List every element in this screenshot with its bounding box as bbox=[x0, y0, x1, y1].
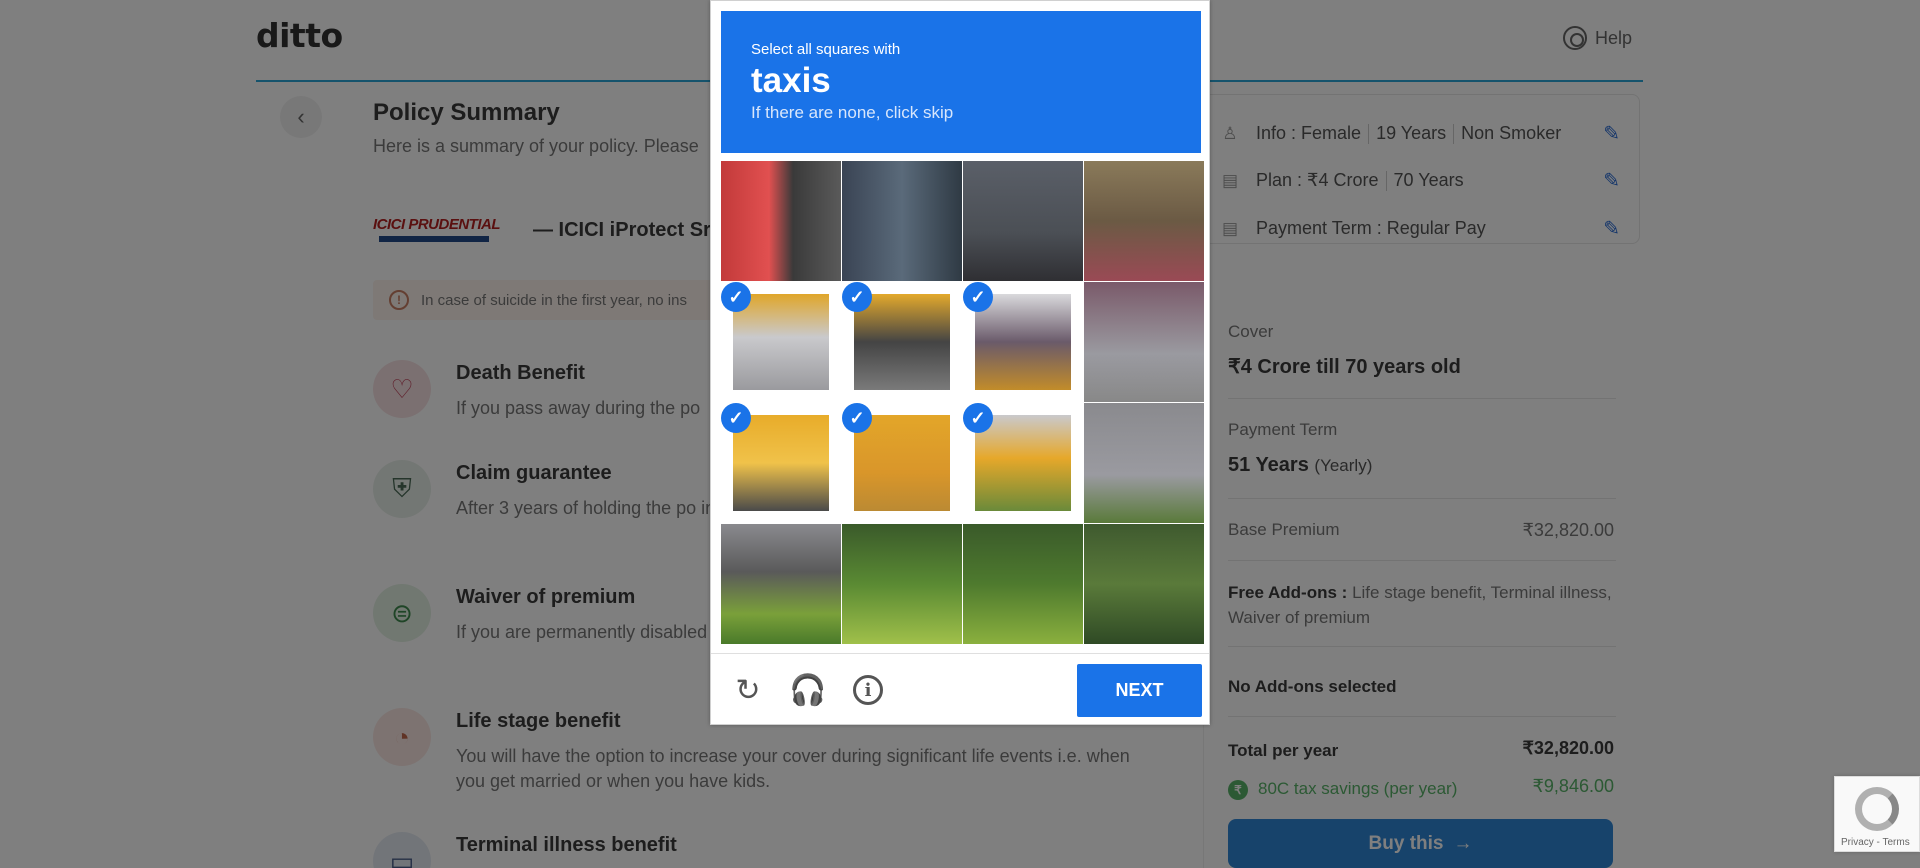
captcha-tile-image bbox=[975, 294, 1071, 390]
captcha-tile[interactable]: ✓ bbox=[721, 403, 841, 523]
checkmark-icon: ✓ bbox=[842, 403, 872, 433]
captcha-tile[interactable]: ✓ bbox=[963, 282, 1083, 402]
captcha-tile-image bbox=[1084, 524, 1204, 644]
captcha-tile[interactable] bbox=[1084, 282, 1204, 402]
captcha-tile[interactable] bbox=[1084, 524, 1204, 644]
recaptcha-challenge: Select all squares with taxis If there a… bbox=[710, 0, 1210, 725]
captcha-skip-hint: If there are none, click skip bbox=[751, 103, 954, 122]
captcha-tile-image bbox=[721, 524, 841, 644]
headphones-icon[interactable]: 🎧 bbox=[789, 673, 826, 707]
captcha-tile[interactable] bbox=[1084, 403, 1204, 523]
captcha-tile[interactable]: ✓ bbox=[721, 282, 841, 402]
captcha-tile[interactable] bbox=[721, 524, 841, 644]
captcha-target-object: taxis bbox=[751, 61, 831, 100]
captcha-instruction: Select all squares with bbox=[751, 41, 901, 58]
captcha-header: Select all squares with taxis If there a… bbox=[721, 11, 1201, 153]
captcha-tile-image bbox=[1084, 161, 1204, 281]
captcha-tile[interactable]: ✓ bbox=[842, 282, 962, 402]
checkmark-icon: ✓ bbox=[963, 403, 993, 433]
captcha-tile[interactable] bbox=[842, 524, 962, 644]
next-button[interactable]: NEXT bbox=[1077, 664, 1202, 717]
reload-icon[interactable]: ↻ bbox=[731, 673, 765, 707]
captcha-image-grid: ✓ ✓ ✓ ✓ ✓ ✓ bbox=[721, 161, 1204, 644]
checkmark-icon: ✓ bbox=[842, 282, 872, 312]
recaptcha-logo-icon bbox=[1855, 787, 1899, 831]
captcha-tile-image bbox=[721, 161, 841, 281]
captcha-tile[interactable]: ✓ bbox=[963, 403, 1083, 523]
checkmark-icon: ✓ bbox=[721, 282, 751, 312]
checkmark-icon: ✓ bbox=[963, 282, 993, 312]
captcha-tile-image bbox=[963, 524, 1083, 644]
checkmark-icon: ✓ bbox=[721, 403, 751, 433]
captcha-tile-image bbox=[842, 161, 962, 281]
captcha-tile[interactable] bbox=[842, 161, 962, 281]
captcha-tile[interactable] bbox=[963, 524, 1083, 644]
captcha-tile[interactable]: ✓ bbox=[842, 403, 962, 523]
info-icon[interactable]: i bbox=[851, 673, 885, 707]
captcha-tile-image bbox=[733, 294, 829, 390]
captcha-tile[interactable] bbox=[1084, 161, 1204, 281]
captcha-tile-image bbox=[963, 161, 1083, 281]
captcha-tile[interactable] bbox=[963, 161, 1083, 281]
captcha-tile-image bbox=[842, 524, 962, 644]
captcha-tile[interactable] bbox=[721, 161, 841, 281]
captcha-tile-image bbox=[854, 294, 950, 390]
captcha-tile-image bbox=[1084, 403, 1204, 523]
captcha-tile-image bbox=[733, 415, 829, 511]
captcha-tile-image bbox=[975, 415, 1071, 511]
captcha-tile-image bbox=[1084, 282, 1204, 402]
recaptcha-badge[interactable]: Privacy - Terms bbox=[1834, 776, 1920, 852]
captcha-tile-image bbox=[854, 415, 950, 511]
recaptcha-terms-link[interactable]: Privacy - Terms bbox=[1841, 837, 1910, 848]
